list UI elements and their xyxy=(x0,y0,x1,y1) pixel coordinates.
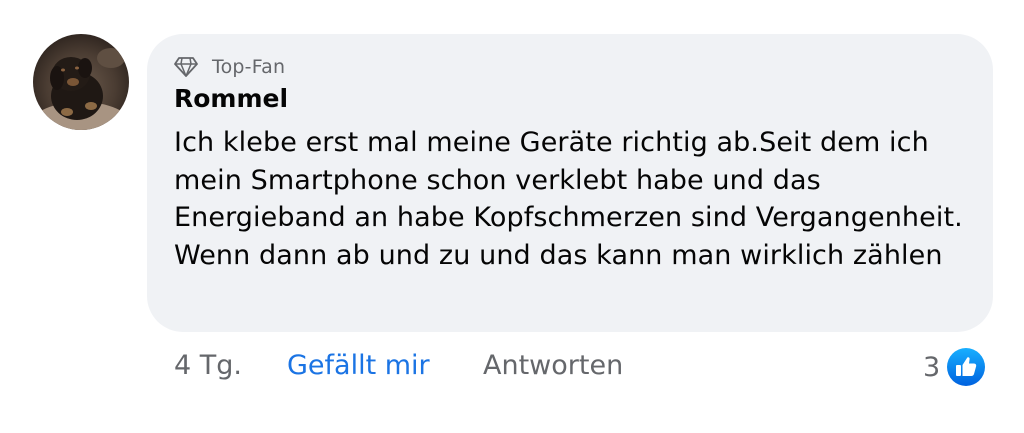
avatar-image xyxy=(33,34,129,130)
comment-view: Top-Fan Rommel Ich klebe erst mal meine … xyxy=(0,0,1024,433)
reply-button[interactable]: Antworten xyxy=(483,350,623,381)
thumbs-up-icon xyxy=(946,347,986,387)
comment-text: Ich klebe erst mal meine Geräte richtig … xyxy=(174,127,963,271)
author-name[interactable]: Rommel xyxy=(174,84,288,113)
badge-label: Top-Fan xyxy=(212,56,286,78)
avatar[interactable] xyxy=(33,34,129,130)
reaction-count: 3 xyxy=(923,351,941,383)
timestamp[interactable]: 4 Tg. xyxy=(174,350,242,381)
top-fan-badge[interactable]: Top-Fan xyxy=(173,54,285,80)
like-button[interactable]: Gefällt mir xyxy=(287,350,430,381)
diamond-icon xyxy=(173,56,199,78)
comment-bubble: Top-Fan Rommel Ich klebe erst mal meine … xyxy=(147,34,993,332)
comment-actions: 4 Tg. Gefällt mir Antworten 3 xyxy=(0,348,1024,390)
reaction-summary[interactable]: 3 xyxy=(923,346,986,388)
